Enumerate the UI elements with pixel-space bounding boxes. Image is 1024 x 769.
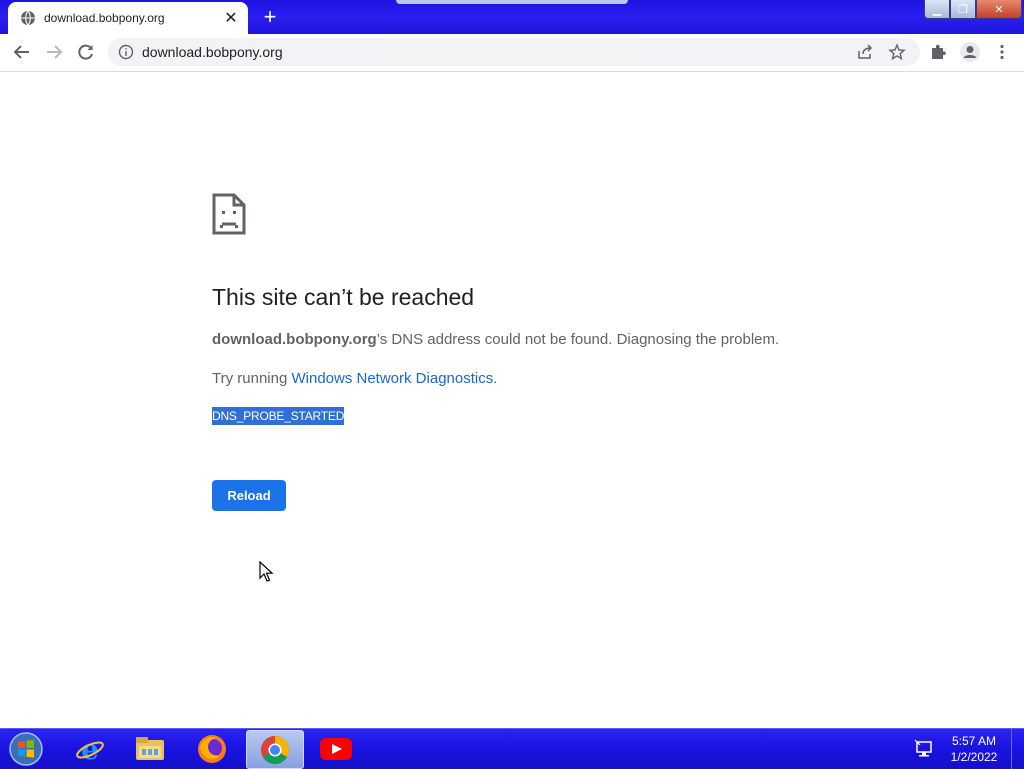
chrome-icon (261, 735, 289, 764)
window-controls: ▁ ❐ ✕ (924, 0, 1022, 19)
taskbar: e 5:57 AM 1/2/2022 (0, 728, 1024, 769)
youtube-icon (320, 737, 352, 760)
tab-title: download.bobpony.org (44, 11, 165, 25)
info-icon[interactable] (118, 44, 134, 60)
close-window-button[interactable]: ✕ (976, 0, 1022, 19)
taskbar-firefox[interactable] (184, 730, 240, 767)
taskbar-file-explorer[interactable] (122, 730, 178, 767)
extensions-button[interactable] (924, 38, 952, 66)
page-content: This site can’t be reached download.bobp… (0, 72, 1024, 728)
internet-explorer-icon: e (76, 734, 104, 764)
browser-toolbar: download.bobpony.org (0, 34, 1024, 72)
minimize-icon: ▁ (932, 3, 942, 16)
error-description-text: ’s DNS address could not be found. Diagn… (376, 331, 780, 348)
share-icon[interactable] (856, 43, 874, 61)
suggestion-suffix: . (493, 370, 498, 387)
browser-tab[interactable]: download.bobpony.org ✕ (8, 2, 248, 34)
back-button[interactable] (8, 38, 36, 66)
puzzle-icon (932, 44, 946, 59)
minimize-button[interactable]: ▁ (924, 0, 950, 19)
reload-icon (78, 44, 93, 60)
plus-icon: + (263, 4, 277, 29)
file-explorer-icon (136, 736, 164, 760)
forward-button[interactable] (40, 38, 68, 66)
menu-button[interactable] (988, 38, 1016, 66)
sad-page-icon (212, 193, 246, 235)
taskbar-youtube[interactable] (308, 730, 364, 767)
error-code: DNS_PROBE_STARTED (212, 407, 345, 425)
clock-time: 5:57 AM (951, 734, 997, 748)
kebab-menu-icon (1000, 44, 1004, 60)
person-icon (960, 42, 980, 62)
network-icon[interactable] (914, 739, 934, 759)
maximize-icon: ❐ (958, 3, 968, 16)
network-diagnostics-link[interactable]: Windows Network Diagnostics (291, 370, 493, 387)
reload-toolbar-button[interactable] (72, 38, 100, 66)
error-suggestion: Try running Windows Network Diagnostics. (212, 370, 497, 387)
error-title: This site can’t be reached (212, 284, 475, 310)
profile-button[interactable] (956, 38, 984, 66)
arrow-left-icon (13, 45, 29, 59)
maximize-button[interactable]: ❐ (950, 0, 976, 19)
show-desktop-button[interactable] (1011, 729, 1024, 769)
url-text[interactable]: download.bobpony.org (142, 44, 283, 60)
close-icon[interactable]: ✕ (222, 9, 240, 27)
taskbar-chrome[interactable] (246, 730, 304, 769)
browser-titlebar: download.bobpony.org ✕ + ▁ ❐ ✕ (0, 0, 1024, 34)
error-host: download.bobpony.org (212, 331, 377, 348)
start-button[interactable] (6, 730, 46, 768)
taskbar-internet-explorer[interactable]: e (62, 730, 118, 767)
new-tab-button[interactable]: + (258, 6, 282, 28)
windows-start-icon (9, 732, 43, 766)
system-clock[interactable]: 5:57 AM 1/2/2022 (946, 733, 1002, 765)
firefox-icon (198, 734, 226, 763)
close-icon: ✕ (994, 3, 1004, 16)
reload-button[interactable]: Reload (212, 480, 286, 511)
mouse-cursor-icon (259, 561, 274, 582)
arrow-right-icon (47, 45, 63, 59)
titlebar-glow (396, 0, 628, 4)
suggestion-prefix: Try running (212, 370, 292, 387)
svg-text:e: e (81, 734, 99, 764)
clock-date: 1/2/2022 (950, 750, 998, 764)
error-description: download.bobpony.org’s DNS address could… (212, 331, 779, 348)
star-icon[interactable] (888, 43, 906, 61)
globe-icon (21, 10, 35, 26)
address-bar[interactable]: download.bobpony.org (108, 38, 920, 66)
